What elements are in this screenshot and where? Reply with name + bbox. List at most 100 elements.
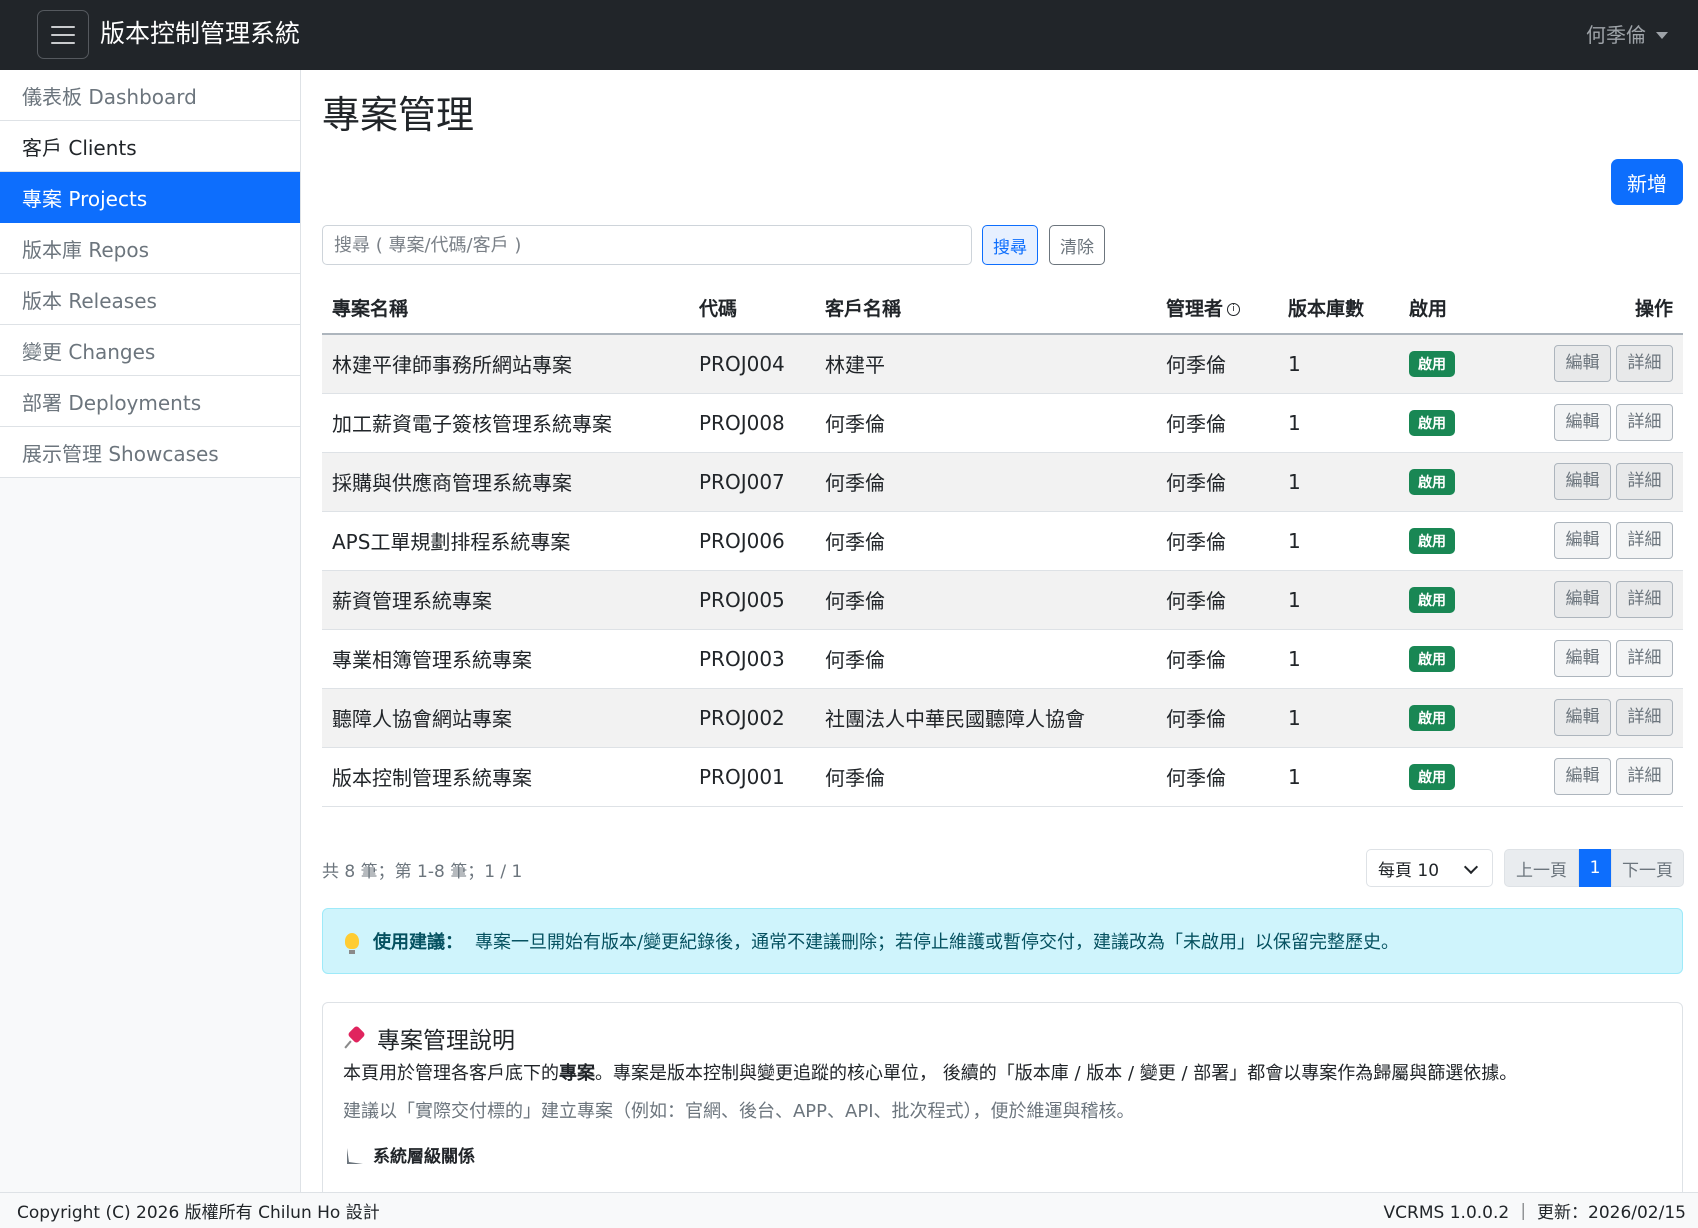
table-row: 專業相簿管理系統專案 PROJ003 何季倫 何季倫 1 啟用 編輯 詳細	[322, 629, 1683, 689]
prev-page-button[interactable]: 上一頁	[1504, 849, 1579, 887]
status-badge: 啟用	[1409, 764, 1455, 790]
header-enabled: 啟用	[1399, 282, 1519, 335]
clear-button[interactable]: 清除	[1049, 225, 1105, 265]
table-row: 林建平律師事務所網站專案 PROJ004 林建平 何季倫 1 啟用 編輯 詳細	[322, 334, 1683, 394]
cell-enabled: 啟用	[1399, 629, 1519, 689]
app-brand[interactable]: 版本控制管理系統	[100, 16, 300, 52]
cell-code: PROJ003	[689, 629, 815, 689]
per-page-select[interactable]: 每頁 10	[1366, 849, 1493, 887]
search-input[interactable]	[322, 225, 972, 265]
tip-label: 使用建議：	[373, 932, 463, 953]
sidebar-item-dashboard[interactable]: 儀表板 Dashboard	[0, 70, 300, 121]
cell-operations: 編輯 詳細	[1519, 393, 1683, 453]
header-code: 代碼	[689, 282, 815, 335]
detail-button[interactable]: 詳細	[1616, 522, 1673, 559]
cell-project-name: 版本控制管理系統專案	[322, 747, 689, 807]
chevron-down-icon	[1463, 859, 1479, 875]
cell-project-name: 薪資管理系統專案	[322, 570, 689, 630]
hamburger-icon	[51, 33, 75, 36]
detail-button[interactable]: 詳細	[1616, 758, 1673, 795]
status-badge: 啟用	[1409, 587, 1455, 613]
header-client-name: 客戶名稱	[815, 282, 1156, 335]
edit-button[interactable]: 編輯	[1554, 463, 1611, 500]
next-page-button[interactable]: 下一頁	[1611, 849, 1684, 887]
table-row: 聽障人協會網站專案 PROJ002 社團法人中華民國聽障人協會 何季倫 1 啟用 編輯 詳細	[322, 688, 1683, 748]
detail-button[interactable]: 詳細	[1616, 640, 1673, 677]
cell-enabled: 啟用	[1399, 511, 1519, 571]
edit-button[interactable]: 編輯	[1554, 758, 1611, 795]
top-navbar: 版本控制管理系統 何季倫	[0, 0, 1698, 70]
edit-button[interactable]: 編輯	[1554, 522, 1611, 559]
detail-button[interactable]: 詳細	[1616, 404, 1673, 441]
detail-button[interactable]: 詳細	[1616, 699, 1673, 736]
status-badge: 啟用	[1409, 410, 1455, 436]
add-project-button[interactable]: 新增	[1611, 159, 1683, 205]
cell-code: PROJ005	[689, 570, 815, 630]
sidebar-item-changes[interactable]: 變更 Changes	[0, 325, 300, 376]
user-menu[interactable]: 何季倫	[1586, 20, 1668, 50]
sidebar-item-clients[interactable]: 客戶 Clients	[0, 121, 300, 172]
cell-manager: 何季倫	[1156, 688, 1278, 748]
sidebar-item-deployments[interactable]: 部署 Deployments	[0, 376, 300, 427]
cell-code: PROJ008	[689, 393, 815, 453]
edit-button[interactable]: 編輯	[1554, 640, 1611, 677]
info-icon[interactable]: i	[1227, 303, 1241, 316]
status-badge: 啟用	[1409, 351, 1455, 378]
cell-client-name: 何季倫	[815, 452, 1156, 512]
sidebar-item-showcases[interactable]: 展示管理 Showcases	[0, 427, 300, 478]
sidebar-nav: 儀表板 Dashboard 客戶 Clients 專案 Projects 版本庫…	[0, 70, 300, 478]
sidebar-item-projects[interactable]: 專案 Projects	[0, 172, 300, 223]
cell-manager: 何季倫	[1156, 629, 1278, 689]
cell-manager: 何季倫	[1156, 334, 1278, 394]
page-title: 專案管理	[322, 93, 475, 137]
pagination-summary: 共 8 筆；第 1-8 筆；1 / 1	[322, 862, 523, 882]
cell-operations: 編輯 詳細	[1519, 747, 1683, 807]
cell-project-name: 採購與供應商管理系統專案	[322, 452, 689, 512]
cell-enabled: 啟用	[1399, 452, 1519, 512]
lightbulb-icon	[345, 933, 359, 954]
page-1-button[interactable]: 1	[1579, 849, 1611, 887]
hamburger-icon	[51, 41, 75, 44]
hierarchy-subheading-text: 系統層級關係	[373, 1147, 475, 1167]
cell-manager: 何季倫	[1156, 570, 1278, 630]
cell-repo-count: 1	[1278, 334, 1399, 394]
edit-button[interactable]: 編輯	[1554, 699, 1611, 736]
sidebar-item-releases[interactable]: 版本 Releases	[0, 274, 300, 325]
cell-manager: 何季倫	[1156, 511, 1278, 571]
cell-code: PROJ004	[689, 334, 815, 394]
search-button[interactable]: 搜尋	[982, 225, 1038, 265]
menu-toggle-button[interactable]	[37, 10, 89, 59]
tip-text: 專案一旦開始有版本/變更紀錄後，通常不建議刪除；若停止維護或暫停交付，建議改為「…	[475, 932, 1400, 953]
cell-repo-count: 1	[1278, 570, 1399, 630]
cell-project-name: 加工薪資電子簽核管理系統專案	[322, 393, 689, 453]
table-row: APS工單規劃排程系統專案 PROJ006 何季倫 何季倫 1 啟用 編輯 詳細	[322, 511, 1683, 571]
cell-client-name: 何季倫	[815, 393, 1156, 453]
projects-table: 專案名稱 代碼 客戶名稱 管理者 i 版本庫數 啟用 操作 林建平律師事務所網站專…	[322, 282, 1683, 807]
edit-button[interactable]: 編輯	[1554, 581, 1611, 618]
pushpin-icon	[345, 1027, 367, 1049]
cell-code: PROJ007	[689, 452, 815, 512]
cell-operations: 編輯 詳細	[1519, 688, 1683, 748]
version-text: VCRMS 1.0.0.2 ｜ 更新：2026/02/15	[1383, 1203, 1686, 1223]
table-row: 加工薪資電子簽核管理系統專案 PROJ008 何季倫 何季倫 1 啟用 編輯 詳細	[322, 393, 1683, 453]
sidebar: 儀表板 Dashboard 客戶 Clients 專案 Projects 版本庫…	[0, 70, 301, 1192]
info-text-bold: 專案	[559, 1063, 595, 1084]
cell-client-name: 社團法人中華民國聽障人協會	[815, 688, 1156, 748]
table-header-row: 專案名稱 代碼 客戶名稱 管理者 i 版本庫數 啟用 操作	[322, 282, 1683, 335]
cell-enabled: 啟用	[1399, 570, 1519, 630]
detail-button[interactable]: 詳細	[1616, 581, 1673, 618]
cell-repo-count: 1	[1278, 393, 1399, 453]
edit-button[interactable]: 編輯	[1554, 404, 1611, 441]
edit-button[interactable]: 編輯	[1554, 345, 1611, 383]
sidebar-item-repos[interactable]: 版本庫 Repos	[0, 223, 300, 274]
usage-tip-alert: 使用建議： 專案一旦開始有版本/變更紀錄後，通常不建議刪除；若停止維護或暫停交付…	[322, 908, 1683, 974]
header-manager: 管理者 i	[1156, 282, 1278, 335]
info-text: 。專案是版本控制與變更追蹤的核心單位， 後續的「版本庫 / 版本 / 變更 / …	[595, 1063, 1518, 1084]
cell-operations: 編輯 詳細	[1519, 629, 1683, 689]
detail-button[interactable]: 詳細	[1616, 345, 1673, 383]
per-page-value: 每頁 10	[1378, 860, 1440, 881]
cell-code: PROJ001	[689, 747, 815, 807]
detail-button[interactable]: 詳細	[1616, 463, 1673, 500]
info-card-paragraph: 本頁用於管理各客戶底下的專案。專案是版本控制與變更追蹤的核心單位， 後續的「版本…	[343, 1060, 1517, 1088]
cell-operations: 編輯 詳細	[1519, 570, 1683, 630]
